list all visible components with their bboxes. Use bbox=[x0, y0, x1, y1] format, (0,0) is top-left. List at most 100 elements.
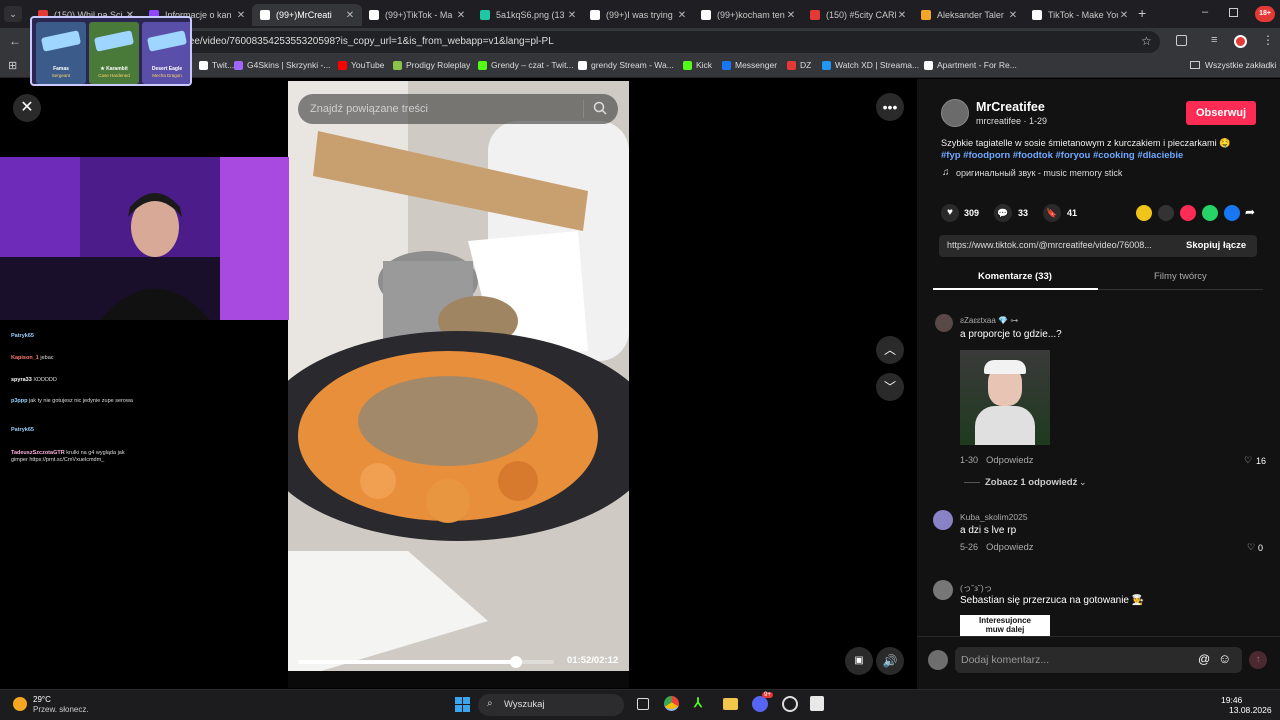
mention-icon[interactable]: @ bbox=[1198, 652, 1210, 666]
previous-video-icon[interactable]: ︿ bbox=[876, 336, 904, 364]
author-avatar[interactable] bbox=[941, 99, 969, 127]
kebab-menu-icon[interactable]: ⋮ bbox=[1262, 33, 1274, 47]
bookmark-item[interactable]: Twit... bbox=[199, 60, 234, 70]
task-view-icon[interactable] bbox=[637, 698, 649, 710]
apps-grid-icon[interactable]: ⊞ bbox=[8, 59, 17, 72]
comment-user[interactable]: (っ˘з˘)っ bbox=[960, 582, 992, 594]
extensions-icon[interactable] bbox=[1176, 35, 1187, 46]
tab-close-icon[interactable]: ✕ bbox=[1118, 10, 1130, 21]
tab-close-icon[interactable]: ✕ bbox=[455, 10, 467, 21]
tab-close-icon[interactable]: ✕ bbox=[676, 10, 688, 21]
close-icon[interactable]: ✕ bbox=[13, 94, 41, 122]
post-sound[interactable]: оригинальный звук - music memory stick bbox=[956, 168, 1122, 178]
share-icon[interactable] bbox=[1202, 205, 1218, 221]
bookmark-item[interactable]: Grendy – czat - Twit... bbox=[478, 60, 574, 70]
more-options-icon[interactable]: ••• bbox=[876, 93, 904, 121]
profile-badge[interactable]: 18+ bbox=[1255, 6, 1275, 22]
file-explorer-icon[interactable] bbox=[723, 698, 738, 710]
browser-tab[interactable]: Aleksander Taler ✕ bbox=[913, 4, 1025, 26]
reply-button[interactable]: Odpowiedz bbox=[986, 455, 1034, 466]
post-hashtags[interactable]: #fyp #foodporn #foodtok #foryou #cooking… bbox=[941, 150, 1183, 161]
browser-tab[interactable]: (99+)MrCreati ✕ bbox=[252, 4, 362, 26]
app-icon[interactable] bbox=[810, 696, 824, 711]
comment-like-icon[interactable]: ♡ bbox=[1247, 542, 1255, 553]
bookmark-item[interactable]: Kick bbox=[683, 60, 712, 70]
related-search-input[interactable]: Znajdź powiązane treści bbox=[298, 94, 618, 124]
bookmark-star-icon[interactable]: ☆ bbox=[1141, 34, 1152, 48]
search-icon[interactable] bbox=[593, 101, 607, 115]
comment-sticker[interactable]: Interesujonce muw dalej bbox=[960, 615, 1050, 636]
tab-comments[interactable]: Komentarze (33) bbox=[978, 271, 1052, 282]
bookmark-item[interactable]: Messenger bbox=[722, 60, 777, 70]
volume-icon[interactable]: 🔊 bbox=[876, 647, 904, 675]
media-control-icon[interactable]: ≡ bbox=[1211, 34, 1217, 46]
bookmark-icon[interactable]: 🔖 bbox=[1043, 204, 1061, 222]
bookmark-item[interactable]: Prodigy Roleplay bbox=[393, 60, 470, 70]
like-heart-icon[interactable]: ♥ bbox=[941, 204, 959, 222]
url-field[interactable]: fee/video/7600835425355320598?is_copy_ur… bbox=[60, 31, 1160, 53]
restore-icon[interactable] bbox=[1229, 8, 1238, 17]
commenter-avatar[interactable] bbox=[935, 314, 953, 332]
share-icon[interactable] bbox=[1180, 205, 1196, 221]
author-name[interactable]: MrCreatifee bbox=[976, 100, 1045, 114]
pip-icon[interactable]: ▣ bbox=[845, 647, 873, 675]
terminal-app-icon[interactable]: ⅄ bbox=[694, 695, 702, 711]
windows-start-icon[interactable] bbox=[455, 697, 470, 712]
progress-handle[interactable] bbox=[509, 656, 522, 668]
share-icon[interactable] bbox=[1158, 205, 1174, 221]
copy-link-button[interactable]: Skopiuj łącze bbox=[1186, 240, 1246, 251]
back-arrow-icon[interactable]: ← bbox=[9, 34, 21, 48]
see-replies-button[interactable]: Zobacz 1 odpowiedź bbox=[985, 477, 1077, 488]
comment-text: a proporcje to gdzie...? bbox=[960, 329, 1062, 340]
emoji-icon[interactable]: ☺ bbox=[1218, 651, 1231, 666]
commenter-avatar[interactable] bbox=[933, 510, 953, 530]
browser-tab[interactable]: (99+)TikTok - Ma ✕ bbox=[361, 4, 473, 26]
tab-close-icon[interactable]: ✕ bbox=[785, 10, 797, 21]
comment-icon[interactable]: 💬 bbox=[994, 204, 1012, 222]
tab-close-icon[interactable]: ✕ bbox=[344, 10, 356, 21]
bookmark-item[interactable]: G4Skins | Skrzynki -... bbox=[234, 60, 330, 70]
follow-button[interactable]: Obserwuj bbox=[1186, 101, 1256, 125]
comment-like-icon[interactable]: ♡ bbox=[1244, 455, 1252, 466]
commenter-avatar[interactable] bbox=[933, 580, 953, 600]
share-icon[interactable] bbox=[1224, 205, 1240, 221]
tab-close-icon[interactable]: ✕ bbox=[896, 10, 908, 21]
discord-icon[interactable] bbox=[752, 696, 768, 712]
chrome-icon[interactable] bbox=[664, 696, 679, 711]
taskbar-search-label[interactable]: Wyszukaj bbox=[504, 699, 545, 710]
tab-search-icon[interactable]: ⌄ bbox=[4, 6, 22, 22]
comment-input[interactable]: Dodaj komentarz... bbox=[961, 654, 1049, 666]
browser-tab[interactable]: (99+)I was trying ✕ bbox=[582, 4, 694, 26]
video-progress-bar[interactable] bbox=[298, 656, 554, 668]
all-bookmarks-folder[interactable]: Wszystkie zakładki bbox=[1190, 60, 1276, 70]
forward-share-icon[interactable]: ➦ bbox=[1245, 205, 1255, 219]
tab-creator-videos[interactable]: Filmy twórcy bbox=[1154, 271, 1207, 282]
browser-tab[interactable]: (150) #5city CARE ✕ bbox=[802, 4, 914, 26]
comment-user[interactable]: ƨZaɛɛtxaa 💎 ⊶ bbox=[960, 316, 1018, 325]
browser-tab[interactable]: (99+)kocham ten ✕ bbox=[693, 4, 803, 26]
bookmark-item[interactable]: Apartment - For Re... bbox=[924, 60, 1017, 70]
tab-close-icon[interactable]: ✕ bbox=[235, 10, 247, 21]
reply-button[interactable]: Odpowiedz bbox=[986, 542, 1034, 553]
browser-tab[interactable]: 5a1kqS6.png (13 ✕ bbox=[472, 4, 584, 26]
bookmark-item[interactable]: grendy Stream - Wa... bbox=[578, 60, 674, 70]
next-video-icon[interactable]: ﹀ bbox=[876, 373, 904, 401]
bookmark-item[interactable]: YouTube bbox=[338, 60, 384, 70]
share-icon[interactable] bbox=[1136, 205, 1152, 221]
steam-icon[interactable] bbox=[782, 696, 798, 712]
taskbar-search[interactable] bbox=[478, 694, 624, 716]
new-tab-button[interactable]: + bbox=[1138, 5, 1146, 21]
comment-sticker-image[interactable] bbox=[960, 350, 1050, 445]
send-icon[interactable]: ↑ bbox=[1249, 651, 1267, 669]
bookmark-item[interactable]: Watch XD | Streama... bbox=[822, 60, 919, 70]
video-player[interactable] bbox=[288, 81, 629, 688]
browser-tab[interactable]: TikTok - Make You ✕ bbox=[1024, 4, 1136, 26]
bookmark-item[interactable]: DZ bbox=[787, 60, 811, 70]
minimize-icon[interactable]: – bbox=[1202, 6, 1208, 18]
weather-icon[interactable] bbox=[13, 697, 27, 711]
tab-close-icon[interactable]: ✕ bbox=[1007, 10, 1019, 21]
profile-avatar-icon[interactable] bbox=[1234, 35, 1247, 48]
tab-close-icon[interactable]: ✕ bbox=[566, 10, 578, 21]
comment-user[interactable]: Kuba_skolim2025 bbox=[960, 512, 1028, 522]
video-link[interactable]: https://www.tiktok.com/@mrcreatifee/vide… bbox=[947, 240, 1172, 250]
